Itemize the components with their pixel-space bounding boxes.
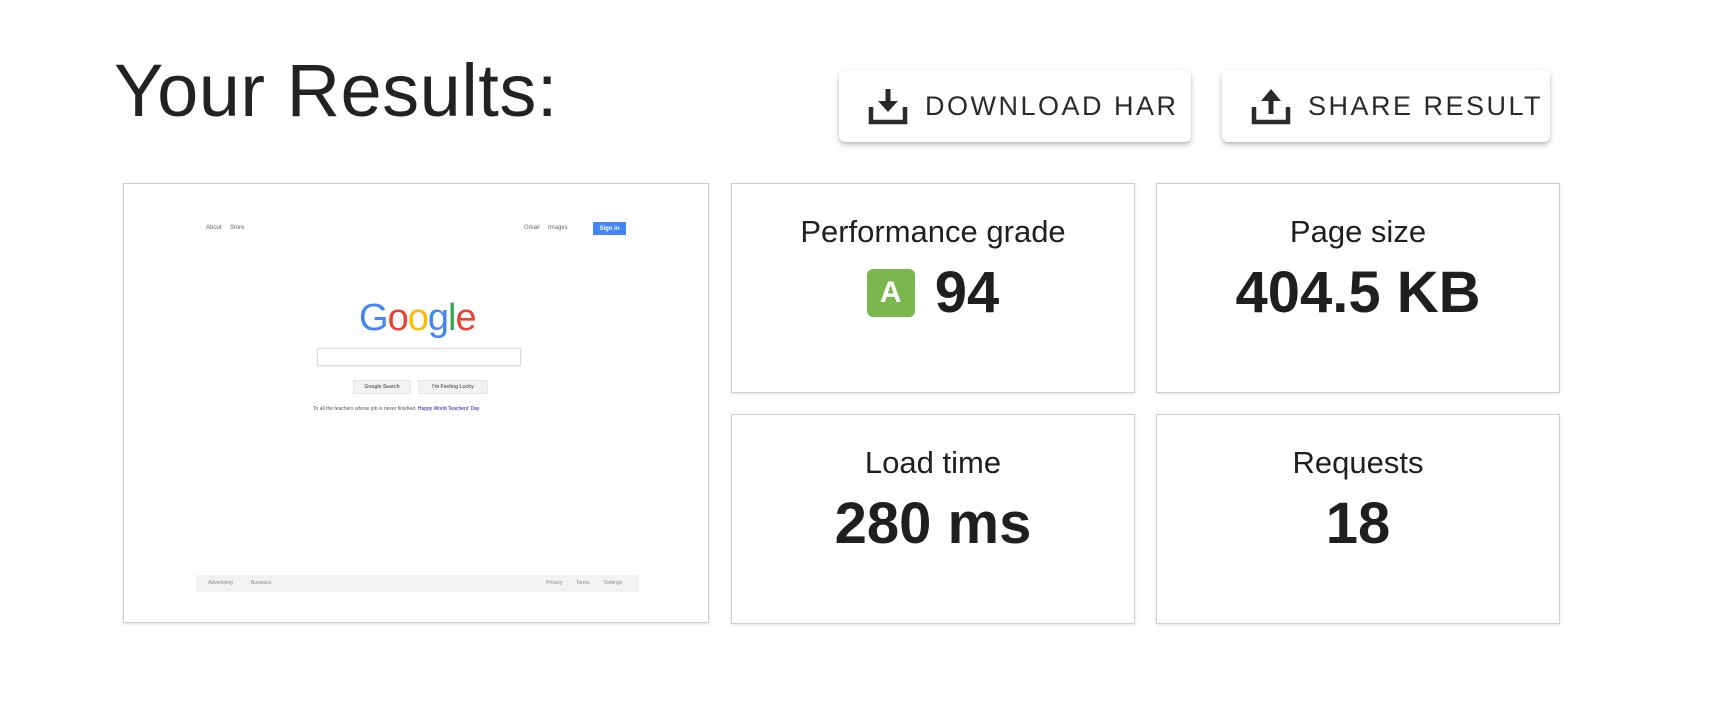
mock-link-gmail: Gmail — [524, 225, 540, 231]
share-icon — [1250, 85, 1292, 127]
mock-footer-settings: Settings — [604, 580, 623, 586]
mock-search-button: Google Search — [353, 380, 411, 394]
mock-lucky-button: I'm Feeling Lucky — [418, 380, 488, 394]
mock-tagline-text: To all the teachers whose job is never f… — [313, 406, 417, 412]
mock-sign-in-button: Sign in — [593, 222, 626, 235]
page-title: Your Results: — [114, 49, 558, 132]
mock-link-store: Store — [230, 225, 245, 231]
mock-google-logo: Google — [359, 297, 477, 340]
mock-logo-letter: o — [387, 297, 409, 339]
requests-value: 18 — [1325, 491, 1391, 556]
page-size-value: 404.5 KB — [1235, 260, 1481, 325]
mock-tagline-link: Happy World Teachers' Day — [417, 406, 480, 412]
mock-footer-advertising: Advertising — [208, 580, 233, 586]
performance-grade-label: Performance grade — [800, 214, 1066, 249]
page-size-label: Page size — [1289, 214, 1427, 249]
mock-logo-letter: g — [427, 297, 449, 339]
page-size-card: Page size 404.5 KB — [1156, 183, 1560, 393]
mock-footer-business: Business — [251, 580, 272, 586]
performance-grade-row: A 94 — [732, 264, 1134, 322]
share-result-button[interactable]: SHARE RESULT — [1222, 70, 1550, 142]
performance-score: 94 — [934, 260, 1000, 325]
mock-tagline: To all the teachers whose job is never f… — [313, 406, 479, 412]
mock-footer-privacy: Privacy — [546, 580, 563, 586]
share-result-label: SHARE RESULT — [1308, 90, 1544, 121]
requests-label: Requests — [1292, 445, 1424, 480]
mock-search-box — [317, 348, 521, 366]
mock-footer: Advertising Business Privacy Terms Setti… — [196, 575, 639, 592]
download-icon — [867, 85, 909, 127]
requests-card: Requests 18 — [1156, 414, 1560, 624]
mock-logo-letter: o — [407, 297, 429, 339]
mock-logo-letter: G — [359, 297, 389, 339]
grade-badge: A — [866, 269, 915, 317]
download-har-button[interactable]: DOWNLOAD HAR — [839, 70, 1191, 142]
load-time-card: Load time 280 ms — [731, 414, 1135, 624]
mock-link-about: About — [206, 225, 222, 231]
mock-link-images: Images — [548, 225, 568, 231]
mock-logo-letter: e — [455, 297, 476, 339]
download-har-label: DOWNLOAD HAR — [925, 90, 1179, 121]
load-time-label: Load time — [864, 445, 1002, 480]
performance-grade-card: Performance grade A 94 — [731, 183, 1135, 393]
page-screenshot: About Store Gmail Images Sign in Google … — [123, 183, 709, 623]
load-time-value: 280 ms — [834, 491, 1032, 556]
mock-footer-terms: Terms — [576, 580, 590, 586]
